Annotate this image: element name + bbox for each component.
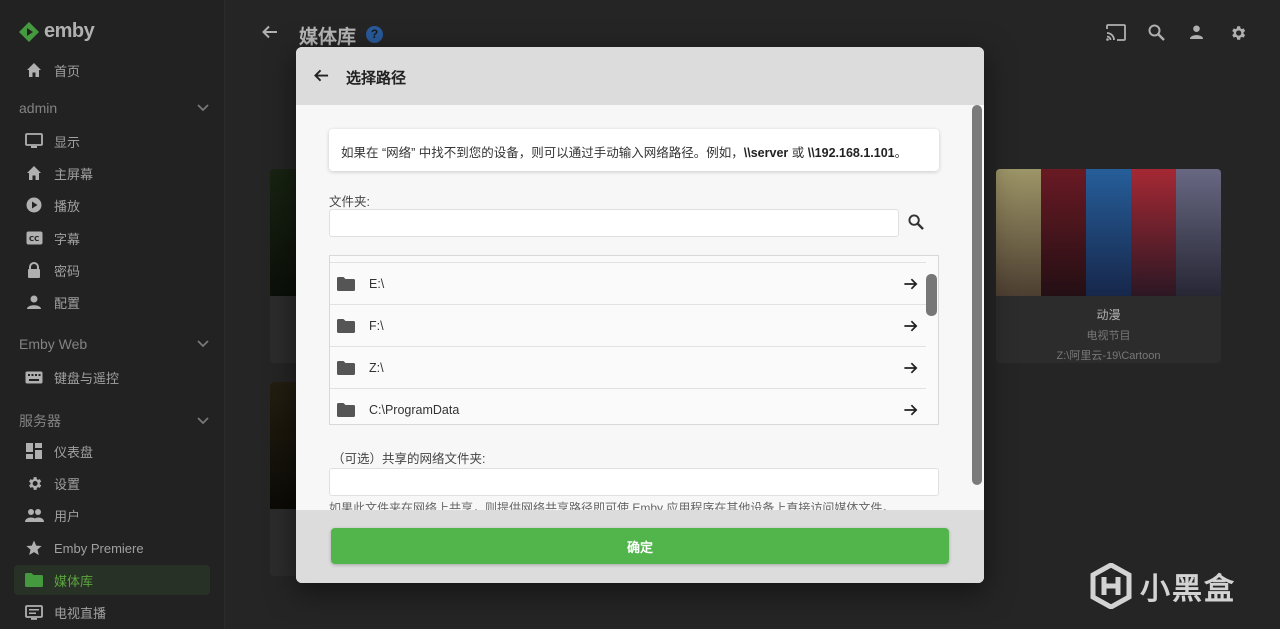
search-icon[interactable] [908, 214, 924, 230]
directory-path: F:\ [369, 318, 384, 333]
arrow-right-icon[interactable] [903, 403, 918, 417]
directory-path: C:\ProgramData [369, 402, 460, 417]
watermark: 小黑盒 [1090, 563, 1236, 609]
dialog-title: 选择路径 [346, 70, 407, 87]
network-path-note: 如果在 “网络” 中找不到您的设备，则可以通过手动输入网络路径。例如，\\ser… [329, 129, 939, 171]
arrow-right-icon[interactable] [903, 319, 918, 333]
directory-list: E:\ F:\ Z:\ C:\ProgramData [329, 255, 939, 425]
directory-path: Z:\ [369, 360, 384, 375]
note-text: 如果在 “网络” 中找不到您的设备，则可以通过手动输入网络路径。例如， [341, 146, 744, 160]
arrow-right-icon[interactable] [903, 277, 918, 291]
note-text: 。 [894, 146, 908, 160]
note-example: \\192.168.1.101 [807, 146, 895, 160]
note-text: 或 [788, 146, 808, 160]
share-label: （可选）共享的网络文件夹: [332, 452, 486, 466]
note-example: \\server [743, 146, 789, 160]
dialog-footer: 确定 [296, 510, 984, 583]
list-scrollbar[interactable] [926, 274, 937, 316]
folder-icon [337, 402, 357, 417]
directory-row[interactable] [330, 256, 926, 263]
folder-icon [337, 318, 357, 333]
dialog-body: 如果在 “网络” 中找不到您的设备，则可以通过手动输入网络路径。例如，\\ser… [296, 105, 984, 510]
share-hint: 如果此文件夹在网络上共享，则提供网络共享路径即可使 Emby 应用程序在其他设备… [329, 501, 895, 510]
folder-icon [337, 360, 357, 375]
network-share-input[interactable] [329, 468, 939, 496]
directory-row[interactable]: Z:\ [330, 347, 926, 389]
folder-label: 文件夹: [329, 195, 370, 209]
dialog-scrollbar[interactable] [972, 105, 982, 485]
folder-icon [337, 276, 357, 291]
confirm-button[interactable]: 确定 [331, 528, 949, 564]
watermark-text: 小黑盒 [1140, 573, 1236, 606]
directory-row[interactable]: E:\ [330, 263, 926, 305]
directory-path: E:\ [369, 276, 385, 291]
directory-row[interactable]: F:\ [330, 305, 926, 347]
select-path-dialog: 选择路径 如果在 “网络” 中找不到您的设备，则可以通过手动输入网络路径。例如，… [296, 47, 984, 583]
directory-row[interactable]: C:\ProgramData [330, 389, 926, 424]
folder-input[interactable] [329, 209, 899, 237]
xiaoheihe-logo-icon [1090, 563, 1132, 609]
dialog-header: 选择路径 [296, 47, 984, 105]
back-arrow-icon[interactable] [314, 68, 329, 83]
arrow-right-icon[interactable] [903, 361, 918, 375]
